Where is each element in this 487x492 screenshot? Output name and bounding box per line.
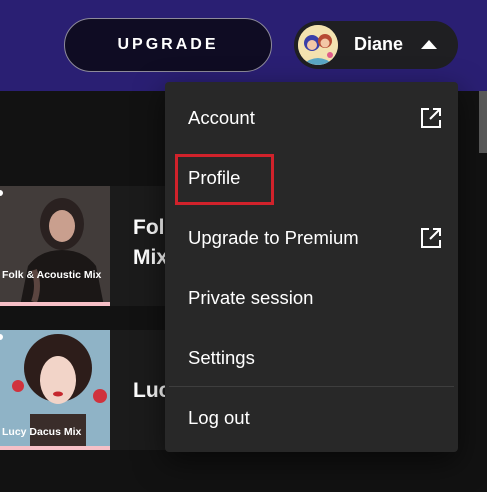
external-link-icon [419, 106, 443, 130]
menu-item-label: Log out [188, 407, 250, 428]
scrollbar[interactable] [479, 91, 487, 153]
user-dropdown-menu: Account Profile Upgrade to Premium Priva… [165, 82, 458, 452]
menu-item-label: Settings [188, 347, 255, 368]
caret-up-icon [421, 40, 437, 49]
upgrade-button[interactable]: UPGRADE [64, 18, 272, 72]
menu-item-label: Private session [188, 287, 314, 308]
mix-cover-stripe [0, 446, 110, 450]
menu-item-private-session[interactable]: Private session [169, 272, 454, 324]
highlight-box [175, 154, 274, 205]
menu-item-settings[interactable]: Settings [169, 332, 454, 384]
mix-cover-image: Lucy Dacus Mix [0, 330, 110, 450]
mix-cover-stripe [0, 302, 110, 306]
top-bar: UPGRADE Diane [0, 0, 487, 91]
menu-item-account[interactable]: Account [169, 92, 454, 144]
mix-cover-label: Folk & Acoustic Mix [2, 269, 102, 281]
mix-cover-label: Lucy Dacus Mix [2, 426, 82, 438]
mix-cover-image: Folk & Acoustic Mix [0, 186, 110, 306]
mix-title-line2: Mix [133, 246, 169, 269]
menu-item-upgrade-premium[interactable]: Upgrade to Premium [169, 212, 454, 264]
menu-item-logout[interactable]: Log out [169, 392, 454, 444]
menu-item-label: Upgrade to Premium [188, 227, 359, 248]
external-link-icon [419, 226, 443, 250]
app-window: Folk & Acoustic Mix Folk Mix Lucy Dacus … [0, 0, 487, 492]
user-menu-button[interactable]: Diane [294, 21, 458, 69]
user-name: Diane [354, 34, 404, 54]
user-avatar [298, 25, 338, 65]
menu-item-label: Account [188, 107, 255, 128]
menu-divider [169, 386, 454, 387]
